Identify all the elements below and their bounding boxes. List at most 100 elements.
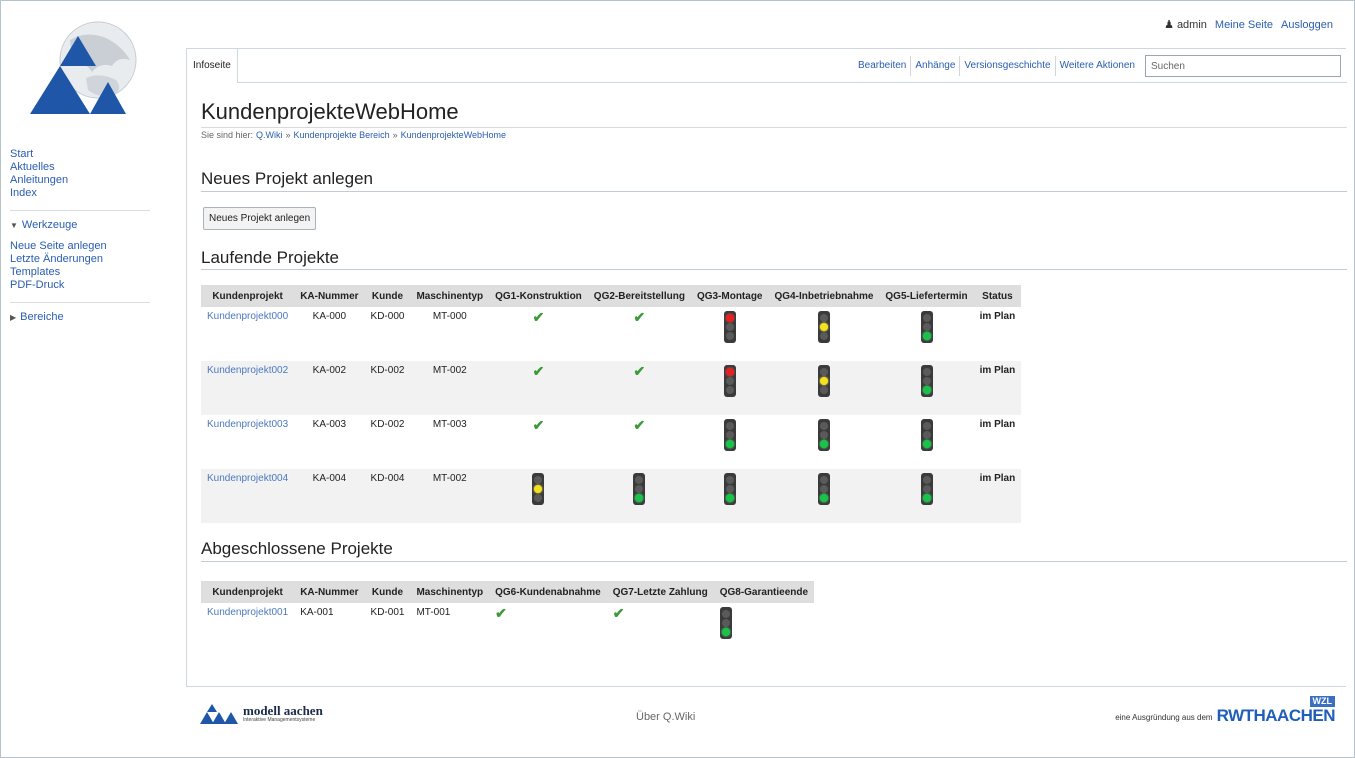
user-bar: ♟ admin Meine Seite Ausloggen <box>1164 18 1333 32</box>
checkmark-icon: ✔ <box>633 417 646 433</box>
heading-finished-projects: Abgeschlossene Projekte <box>201 539 393 558</box>
sidebar-item-index[interactable]: Index <box>10 187 170 200</box>
tab-info[interactable]: Infoseite <box>187 49 238 83</box>
qg4-status <box>768 361 880 415</box>
qg1-status: ✔ <box>489 415 588 469</box>
table-row: Kundenprojekt002 KA-002 KD-002 MT-002 ✔ ✔ im P… <box>201 361 1022 415</box>
breadcrumb-item-area[interactable]: Kundenprojekte Bereich <box>294 130 390 140</box>
qg2-status: ✔ <box>587 361 691 415</box>
column-header: QG1-Konstruktion <box>489 285 588 307</box>
more-actions-button[interactable]: Weitere Aktionen <box>1054 56 1139 76</box>
customer: KD-004 <box>364 469 411 523</box>
column-header: QG7-Letzte Zahlung <box>606 581 714 603</box>
qg6-status: ✔ <box>489 603 607 659</box>
rwth-logo[interactable]: WZL RWTHAACHEN <box>1216 696 1336 725</box>
sidebar-item-recent-changes[interactable]: Letzte Änderungen <box>10 253 170 266</box>
qg1-status: ✔ <box>489 361 588 415</box>
logout-link[interactable]: Ausloggen <box>1281 19 1333 31</box>
checkmark-icon: ✔ <box>532 363 545 379</box>
breadcrumb-item-wiki[interactable]: Q.Wiki <box>256 130 283 140</box>
sidebar-section-areas[interactable]: ▶ Bereiche <box>10 311 170 323</box>
machine-type: MT-002 <box>410 361 490 415</box>
ka-number: KA-004 <box>294 469 365 523</box>
search-input[interactable] <box>1145 55 1341 77</box>
ka-number: KA-002 <box>294 361 365 415</box>
heading-new-project: Neues Projekt anlegen <box>201 169 374 188</box>
status-text: im Plan <box>973 415 1022 469</box>
checkmark-icon: ✔ <box>532 417 545 433</box>
sidebar-item-aktuelles[interactable]: Aktuelles <box>10 161 170 174</box>
heading-running-projects: Laufende Projekte <box>201 248 339 267</box>
heading-rule <box>201 191 1347 192</box>
table-row: Kundenprojekt000 KA-000 KD-000 MT-000 ✔ ✔ im P… <box>201 307 1022 361</box>
page-actions: Bearbeiten Anhänge Versionsgeschichte We… <box>854 49 1341 83</box>
ka-number: KA-001 <box>294 603 365 659</box>
ka-number: KA-000 <box>294 307 365 361</box>
checkmark-icon: ✔ <box>633 309 646 325</box>
modell-aachen-logo-icon <box>200 704 238 724</box>
edit-button[interactable]: Bearbeiten <box>854 56 910 76</box>
my-page-link[interactable]: Meine Seite <box>1215 19 1273 31</box>
qg3-status <box>690 469 769 523</box>
qg4-status <box>768 307 880 361</box>
column-header: Kundenprojekt <box>201 581 295 603</box>
breadcrumb-item-current[interactable]: KundenprojekteWebHome <box>401 130 506 140</box>
sidebar: Start Aktuelles Anleitungen Index ▼ Werk… <box>10 148 170 323</box>
qg5-status <box>879 469 974 523</box>
footer-logo[interactable]: modell aachen Interaktive Managementsyst… <box>200 704 323 724</box>
traffic-light-red-icon <box>723 365 736 397</box>
column-header: QG4-Inbetriebnahme <box>768 285 880 307</box>
site-logo[interactable] <box>26 20 152 116</box>
running-projects-table: Kundenprojekt KA-Nummer Kunde Maschinentyp Q… <box>201 285 1022 523</box>
checkmark-icon: ✔ <box>633 363 646 379</box>
qg5-status <box>879 415 974 469</box>
table-header-row: Kundenprojekt KA-Nummer Kunde Maschinentyp Q… <box>201 581 815 603</box>
column-header: QG8-Garantieende <box>713 581 815 603</box>
project-link[interactable]: Kundenprojekt000 <box>207 311 288 322</box>
machine-type: MT-002 <box>410 469 490 523</box>
qg3-status <box>690 361 769 415</box>
project-link[interactable]: Kundenprojekt001 <box>207 607 288 618</box>
checkmark-icon: ✔ <box>532 309 545 325</box>
qg4-status <box>768 469 880 523</box>
caret-down-icon: ▼ <box>10 220 18 230</box>
traffic-light-yellow-icon <box>817 311 830 343</box>
footer-logo-name: modell aachen <box>243 703 323 718</box>
column-header: Kundenprojekt <box>201 285 295 307</box>
main-content: Infoseite Bearbeiten Anhänge Versionsges… <box>186 48 1347 686</box>
user-menu[interactable]: ♟ admin <box>1164 18 1207 32</box>
column-header: QG2-Bereitstellung <box>587 285 691 307</box>
user-icon: ♟ <box>1164 19 1174 31</box>
heading-rule <box>201 561 1347 562</box>
sidebar-item-anleitungen[interactable]: Anleitungen <box>10 174 170 187</box>
customer: KD-001 <box>364 603 411 659</box>
qg5-status <box>879 361 974 415</box>
heading-rule <box>201 269 1347 270</box>
about-link[interactable]: Über Q.Wiki <box>636 711 695 723</box>
attachments-button[interactable]: Anhänge <box>910 56 959 76</box>
sidebar-item-templates[interactable]: Templates <box>10 266 170 279</box>
checkmark-icon: ✔ <box>495 605 507 621</box>
project-link[interactable]: Kundenprojekt004 <box>207 473 288 484</box>
project-link[interactable]: Kundenprojekt002 <box>207 365 288 376</box>
sidebar-item-pdf[interactable]: PDF-Druck <box>10 279 170 292</box>
sidebar-section-label: Bereiche <box>20 311 64 323</box>
traffic-light-green-icon <box>723 473 736 505</box>
rwth-logo-text: RWTHAACHEN <box>1216 706 1336 725</box>
ka-number: KA-003 <box>294 415 365 469</box>
column-header: Status <box>973 285 1022 307</box>
history-button[interactable]: Versionsgeschichte <box>959 56 1054 76</box>
column-header: QG6-Kundenabnahme <box>489 581 607 603</box>
sidebar-item-new-page[interactable]: Neue Seite anlegen <box>10 240 170 253</box>
traffic-light-yellow-icon <box>532 473 545 505</box>
page-title: KundenprojekteWebHome <box>201 99 459 124</box>
project-link[interactable]: Kundenprojekt003 <box>207 419 288 430</box>
new-project-button[interactable]: Neues Projekt anlegen <box>203 207 317 230</box>
sidebar-section-label: Werkzeuge <box>21 219 78 231</box>
sidebar-item-start[interactable]: Start <box>10 148 170 161</box>
title-divider <box>201 127 1347 128</box>
sidebar-section-tools[interactable]: ▼ Werkzeuge <box>10 219 170 231</box>
customer: KD-000 <box>364 307 411 361</box>
column-header: Maschinentyp <box>410 285 490 307</box>
breadcrumb: Sie sind hier: Q.Wiki » Kundenprojekte B… <box>201 130 506 140</box>
